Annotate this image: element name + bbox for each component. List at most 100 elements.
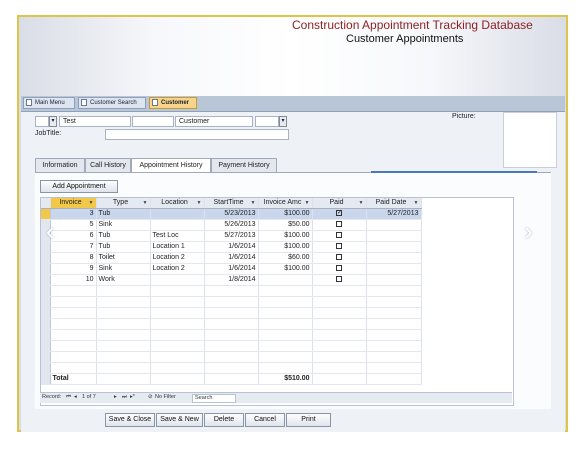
column-header-invoice[interactable]: Invoice ▼: [50, 198, 97, 209]
checkbox-icon[interactable]: [336, 276, 342, 283]
title-combo[interactable]: [35, 116, 49, 127]
starttime-cell[interactable]: 1/8/2014: [204, 274, 259, 286]
invoice-cell[interactable]: 9: [50, 263, 97, 275]
column-header-location[interactable]: Location ▼: [150, 198, 205, 209]
record-position[interactable]: 1 of 7: [82, 393, 96, 402]
amount-cell[interactable]: $100.00: [258, 230, 313, 242]
tab-customer-search[interactable]: Customer Search: [78, 97, 146, 109]
save-close-button[interactable]: Save & Close: [105, 413, 155, 427]
filter-status[interactable]: No Filter: [155, 393, 176, 402]
first-record-icon[interactable]: ⏮: [66, 393, 71, 402]
middle-name-field[interactable]: [132, 116, 174, 127]
row-selector[interactable]: [41, 252, 51, 264]
checkbox-icon[interactable]: [336, 243, 342, 250]
paid-date-cell[interactable]: [366, 241, 422, 253]
chevron-down-icon[interactable]: ▼: [143, 198, 148, 208]
tab-main-menu[interactable]: Main Menu: [23, 97, 75, 109]
amount-cell[interactable]: $100.00: [258, 263, 313, 275]
invoice-cell[interactable]: 3: [50, 208, 97, 220]
invoice-cell[interactable]: 10: [50, 274, 97, 286]
suffix-combo[interactable]: [255, 116, 279, 127]
column-header-invoice-amount[interactable]: Invoice Amc ▼: [258, 198, 313, 209]
next-record-icon[interactable]: ▸: [114, 393, 117, 402]
chevron-down-icon[interactable]: ▼: [89, 198, 94, 208]
table-row[interactable]: 7 Tub Location 1 1/6/2014 $100.00: [41, 241, 422, 253]
table-row[interactable]: 10 Work 1/8/2014: [41, 274, 422, 286]
checkbox-icon[interactable]: [336, 221, 342, 228]
paid-date-cell[interactable]: 5/27/2013: [366, 208, 422, 220]
table-row[interactable]: 3 Tub 5/23/2013 $100.00 ✓ 5/27/2013: [41, 208, 422, 220]
amount-cell[interactable]: $100.00: [258, 241, 313, 253]
prev-record-icon[interactable]: ◂: [74, 393, 77, 402]
table-row[interactable]: 6 Tub Test Loc 5/27/2013 $100.00: [41, 230, 422, 242]
location-cell[interactable]: Location 2: [150, 252, 205, 264]
table-row[interactable]: 5 Sink 5/26/2013 $50.00: [41, 219, 422, 231]
tab-call-history[interactable]: Call History: [85, 158, 131, 172]
new-record-icon[interactable]: ▸*: [130, 393, 135, 402]
print-button[interactable]: Print: [286, 413, 331, 427]
starttime-cell[interactable]: 1/6/2014: [204, 241, 259, 253]
column-header-paid-date[interactable]: Paid Date ▼: [366, 198, 422, 209]
chevron-left-icon[interactable]: ‹: [46, 218, 55, 244]
location-cell[interactable]: Test Loc: [150, 230, 205, 242]
chevron-down-icon[interactable]: ▼: [251, 198, 256, 208]
invoice-cell[interactable]: 8: [50, 252, 97, 264]
picture-box[interactable]: [503, 112, 557, 168]
invoice-cell[interactable]: 5: [50, 219, 97, 231]
cancel-button[interactable]: Cancel: [245, 413, 285, 427]
paid-checkbox[interactable]: [312, 230, 367, 242]
column-header-paid[interactable]: Paid ▼: [312, 198, 367, 209]
save-new-button[interactable]: Save & New: [156, 413, 203, 427]
filter-icon[interactable]: ⊘: [148, 393, 153, 402]
jobtitle-field[interactable]: [105, 129, 289, 140]
type-cell[interactable]: Tub: [96, 241, 151, 253]
first-name-field[interactable]: Test: [59, 116, 131, 127]
paid-checkbox[interactable]: [312, 252, 367, 264]
starttime-cell[interactable]: 5/26/2013: [204, 219, 259, 231]
tab-payment-history[interactable]: Payment History: [211, 158, 277, 172]
paid-checkbox[interactable]: [312, 241, 367, 253]
location-cell[interactable]: Location 2: [150, 263, 205, 275]
row-selector[interactable]: [41, 274, 51, 286]
checkbox-icon[interactable]: [336, 254, 342, 261]
location-cell[interactable]: [150, 274, 205, 286]
last-name-field[interactable]: Customer: [175, 116, 253, 127]
amount-cell[interactable]: $50.00: [258, 219, 313, 231]
amount-cell[interactable]: [258, 274, 313, 286]
chevron-down-icon[interactable]: ▼: [197, 198, 202, 208]
type-cell[interactable]: Sink: [96, 219, 151, 231]
starttime-cell[interactable]: 1/6/2014: [204, 263, 259, 275]
location-cell[interactable]: [150, 208, 205, 220]
paid-date-cell[interactable]: [366, 274, 422, 286]
checkbox-icon[interactable]: [336, 265, 342, 272]
chevron-down-icon[interactable]: ▼: [359, 198, 364, 208]
checked-checkbox-icon[interactable]: ✓: [336, 210, 342, 217]
chevron-down-icon[interactable]: ▼: [305, 198, 310, 208]
paid-checkbox[interactable]: [312, 263, 367, 275]
chevron-right-icon[interactable]: ›: [524, 218, 533, 244]
column-header-starttime[interactable]: StartTime ▼: [204, 198, 259, 209]
checkbox-icon[interactable]: [336, 232, 342, 239]
paid-date-cell[interactable]: [366, 230, 422, 242]
column-header-type[interactable]: Type ▼: [96, 198, 151, 209]
amount-cell[interactable]: $100.00: [258, 208, 313, 220]
location-cell[interactable]: Location 1: [150, 241, 205, 253]
amount-cell[interactable]: $60.00: [258, 252, 313, 264]
paid-date-cell[interactable]: [366, 219, 422, 231]
tab-information[interactable]: Information: [35, 158, 85, 172]
tab-appointment-history[interactable]: Appointment History: [131, 158, 211, 173]
add-appointment-button[interactable]: Add Appointment: [40, 180, 118, 193]
chevron-down-icon[interactable]: ▼: [414, 198, 419, 208]
location-cell[interactable]: [150, 219, 205, 231]
table-row[interactable]: 8 Toilet Location 2 1/6/2014 $60.00: [41, 252, 422, 264]
paid-checkbox[interactable]: [312, 219, 367, 231]
row-selector[interactable]: [41, 263, 51, 275]
row-selector[interactable]: [41, 373, 51, 385]
type-cell[interactable]: Tub: [96, 230, 151, 242]
starttime-cell[interactable]: 1/6/2014: [204, 252, 259, 264]
type-cell[interactable]: Toilet: [96, 252, 151, 264]
type-cell[interactable]: Work: [96, 274, 151, 286]
paid-date-cell[interactable]: [366, 263, 422, 275]
tab-customer[interactable]: Customer: [149, 97, 197, 109]
paid-date-cell[interactable]: [366, 252, 422, 264]
